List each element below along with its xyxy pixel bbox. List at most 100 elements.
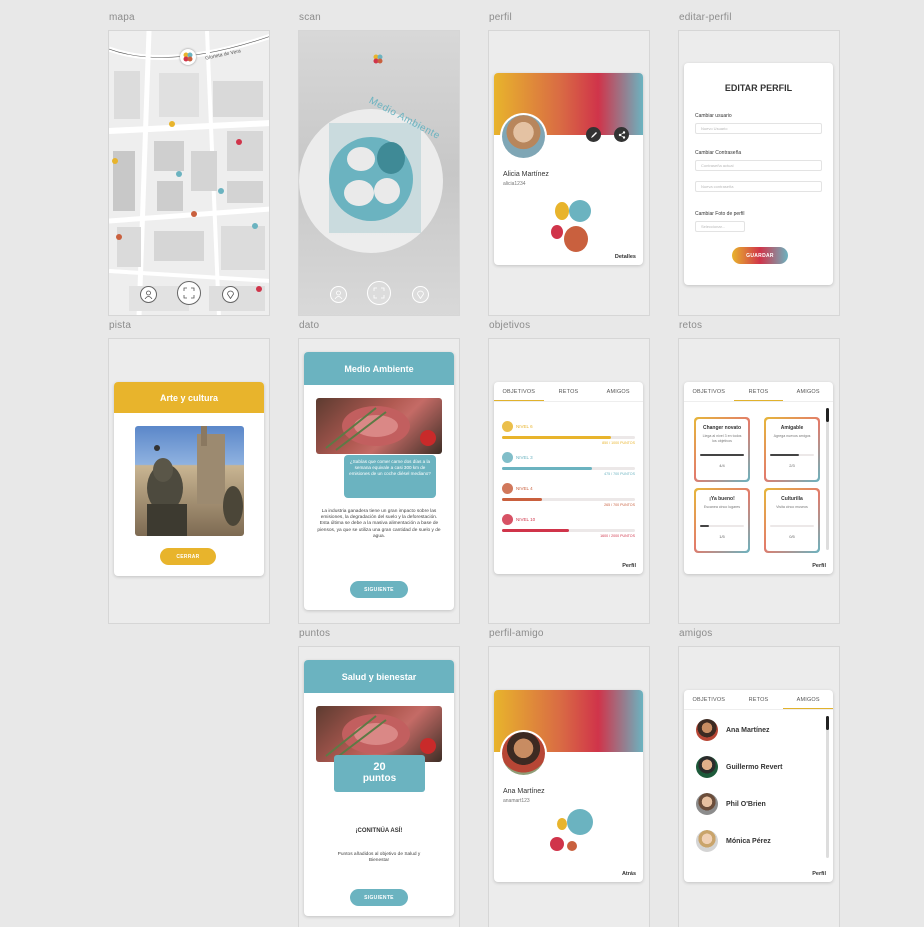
profile-nav-button[interactable] [330, 286, 347, 303]
objective-level: NIVEL 10 [516, 517, 536, 522]
frame-label-mapa: mapa [109, 12, 135, 23]
details-link[interactable]: Detalles [615, 254, 636, 260]
objective-icon [502, 514, 513, 525]
challenge-count: 2/3 [789, 463, 795, 468]
objective-icon [502, 421, 513, 432]
profile-card: Alicia Martínez alicia1234 Detalles [494, 73, 643, 265]
profile-link[interactable]: Perfil [812, 871, 826, 877]
scroll-track[interactable] [826, 408, 829, 550]
tab-amigos[interactable]: AMIGOS [783, 690, 833, 709]
frame-scan[interactable]: Medio Ambiente [298, 30, 460, 316]
close-button[interactable]: CERRAR [160, 548, 216, 565]
challenge-title: Culturilla [781, 496, 803, 502]
frame-label-objetivos: objetivos [489, 320, 531, 331]
scrollbar-thumb[interactable] [826, 408, 829, 422]
tab-amigos[interactable]: AMIGOS [593, 382, 643, 401]
pencil-icon [590, 131, 597, 138]
scan-nav-button[interactable] [367, 281, 391, 305]
back-link[interactable]: Atrás [622, 871, 636, 877]
challenge-title: ¡Ya bueno! [709, 496, 735, 502]
location-pin-icon [417, 290, 424, 299]
challenge-card[interactable]: Amigable Agrega nuevos amigos 2/3 [764, 417, 820, 482]
objective-progress-track [502, 436, 635, 439]
challenge-progress-track [770, 525, 814, 527]
scroll-track[interactable] [826, 716, 829, 858]
scanned-plaque [299, 109, 443, 253]
friend-name: Phil O'Brien [726, 800, 766, 808]
scan-icon [183, 287, 195, 299]
scrollbar-thumb[interactable] [826, 716, 829, 730]
objective-row[interactable]: NIVEL 3 475 / 700 PUNTOS [502, 452, 635, 481]
tab-objetivos[interactable]: OBJETIVOS [684, 382, 734, 401]
objective-row[interactable]: NIVEL 6 850 / 1000 PUNTOS [502, 421, 635, 450]
current-password-field[interactable]: Contraseña actual [695, 160, 822, 171]
frame-label-amigos: amigos [679, 628, 713, 639]
challenge-card[interactable]: Culturilla Visita cinco museos 0/5 [764, 488, 820, 553]
tab-retos[interactable]: RETOS [544, 382, 594, 401]
friend-name: Guillermo Revert [726, 763, 783, 771]
tab-retos[interactable]: RETOS [734, 690, 784, 709]
frame-label-pista: pista [109, 320, 132, 331]
frame-retos: OBJETIVOS RETOS AMIGOS Changer novato Lle… [678, 338, 840, 624]
scan-nav-button[interactable] [177, 281, 201, 305]
new-password-field[interactable]: Nueva contraseña [695, 181, 822, 192]
edit-profile-button[interactable] [586, 127, 601, 142]
save-button[interactable]: GUARDAR [732, 247, 788, 264]
next-button[interactable]: SIGUIENTE [350, 889, 408, 906]
frame-label-perfil-amigo: perfil-amigo [489, 628, 544, 639]
friend-name: Ana Martínez [726, 726, 770, 734]
challenge-card[interactable]: ¡Ya bueno! Escanea cinco lugares 1/5 [694, 488, 750, 553]
profile-name: Alicia Martínez [503, 171, 549, 178]
tab-objetivos[interactable]: OBJETIVOS [684, 690, 734, 709]
tab-objetivos[interactable]: OBJETIVOS [494, 382, 544, 401]
challenge-card[interactable]: Changer novato Llega al nivel 3 en todos … [694, 417, 750, 482]
fact-card: Medio Ambiente ¿Sabías que comer carne d… [304, 352, 454, 610]
next-button[interactable]: SIGUIENTE [350, 581, 408, 598]
objective-row[interactable]: NIVEL 10 1600 / 2000 PUNTOS [502, 514, 635, 543]
tab-retos[interactable]: RETOS [733, 382, 784, 401]
points-badge: 20 puntos [334, 755, 425, 792]
challenges-card: OBJETIVOS RETOS AMIGOS Changer novato Lle… [684, 382, 833, 574]
city-map[interactable] [109, 31, 270, 316]
objective-icon [502, 452, 513, 463]
challenge-progress-track [700, 454, 744, 456]
map-nav-button[interactable] [222, 286, 239, 303]
frame-label-editar-perfil: editar-perfil [679, 12, 732, 23]
challenge-desc: Escanea cinco lugares [703, 505, 741, 509]
objective-progress-fill [502, 498, 542, 501]
fact-bubble: ¿Sabías que comer carne dos días a la se… [344, 455, 436, 498]
friend-row[interactable]: Guillermo Revert [696, 756, 782, 778]
challenge-desc: Visita cinco museos [776, 505, 808, 509]
tab-bar: OBJETIVOS RETOS AMIGOS [684, 690, 833, 710]
friend-row[interactable]: Phil O'Brien [696, 793, 766, 815]
objective-score: 265 / 700 PUNTOS [604, 503, 635, 507]
objective-progress-fill [502, 529, 569, 532]
profile-link[interactable]: Perfil [622, 563, 636, 569]
objective-row[interactable]: NIVEL 4 265 / 700 PUNTOS [502, 483, 635, 512]
fact-photo [316, 398, 442, 454]
objective-level: NIVEL 3 [516, 455, 533, 460]
profile-username: alicia1234 [503, 181, 526, 187]
tab-amigos[interactable]: AMIGOS [783, 382, 833, 401]
profile-link[interactable]: Perfil [812, 563, 826, 569]
friend-row[interactable]: Mónica Pérez [696, 830, 771, 852]
frame-mapa[interactable]: Glorieta de Vera [108, 30, 270, 316]
challenge-title: Amigable [780, 425, 804, 431]
objectives-card: OBJETIVOS RETOS AMIGOS NIVEL 6 850 / 1000… [494, 382, 643, 574]
photo-select-button[interactable]: Seleccionar... [695, 221, 745, 232]
app-logo-icon [371, 51, 385, 65]
friend-username: anamart123 [503, 798, 530, 804]
scan-icon [373, 287, 385, 299]
map-nav-button[interactable] [412, 286, 429, 303]
profile-nav-button[interactable] [140, 286, 157, 303]
points-message: Puntos añadidos al objetivo de Salud y B… [337, 852, 421, 864]
share-profile-button[interactable] [614, 127, 629, 142]
points-title: Salud y bienestar [341, 671, 417, 682]
avatar [696, 830, 718, 852]
app-logo-icon [180, 49, 196, 65]
objective-progress-track [502, 529, 635, 532]
frame-amigos: OBJETIVOS RETOS AMIGOS Ana Martínez Guill… [678, 646, 840, 927]
friend-row[interactable]: Ana Martínez [696, 719, 770, 741]
new-user-field[interactable]: Nuevo Usuario [695, 123, 822, 134]
challenge-progress-fill [770, 454, 800, 456]
